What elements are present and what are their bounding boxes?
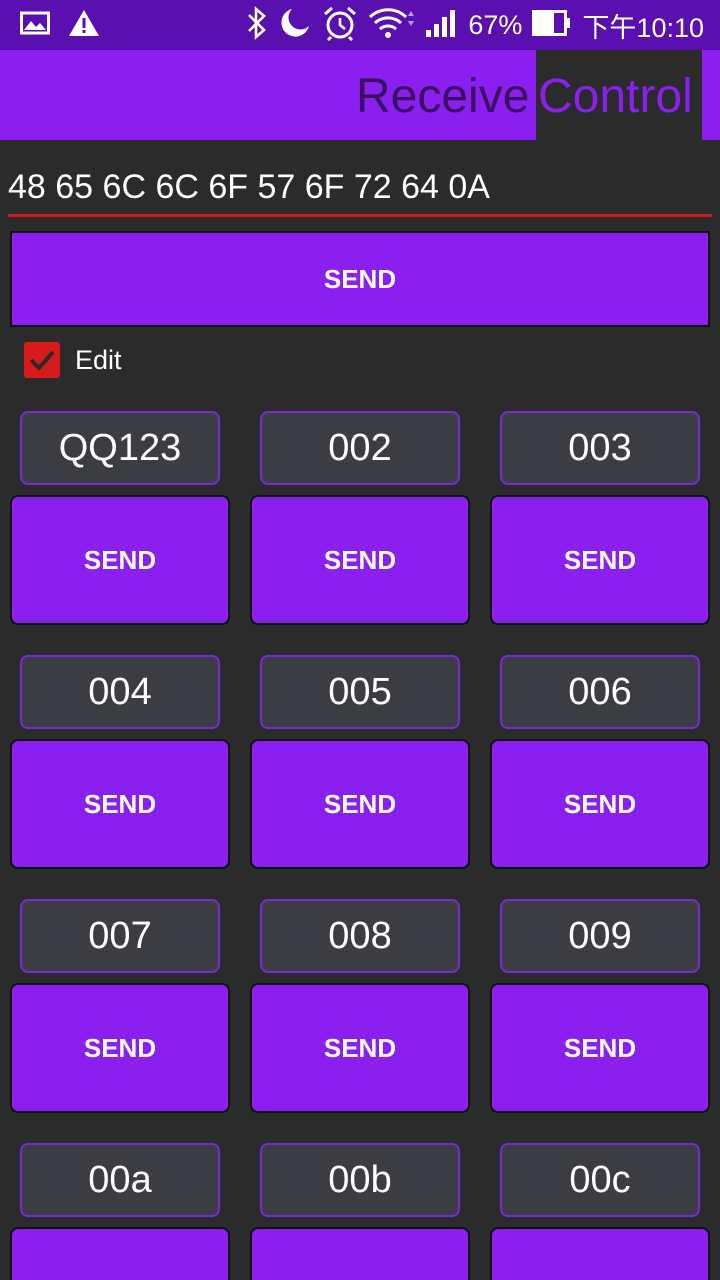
preset-send-button-4[interactable]: SEND	[10, 739, 230, 869]
edit-checkbox[interactable]	[24, 342, 60, 378]
preset-field-2[interactable]	[260, 411, 460, 485]
preset-send-button-1[interactable]: SEND	[10, 495, 230, 625]
clock: 下午10:10	[582, 12, 704, 43]
preset-field-1[interactable]	[20, 411, 220, 485]
preset-send-button-11[interactable]	[250, 1227, 470, 1280]
preset-field-9[interactable]	[500, 899, 700, 973]
tab-bar: Receive Control	[0, 50, 720, 140]
preset-field-4[interactable]	[20, 655, 220, 729]
preset-send-button-9[interactable]: SEND	[490, 983, 710, 1113]
preset-send-button-2[interactable]: SEND	[250, 495, 470, 625]
preset-send-button-12[interactable]	[490, 1227, 710, 1280]
bluetooth-icon	[246, 5, 268, 45]
gallery-icon	[20, 11, 50, 40]
preset-send-button-6[interactable]: SEND	[490, 739, 710, 869]
alarm-icon	[322, 5, 358, 46]
moon-icon	[278, 6, 312, 45]
tab-receive[interactable]: Receive	[356, 50, 529, 140]
warning-icon	[68, 9, 100, 42]
preset-send-button-7[interactable]: SEND	[10, 983, 230, 1113]
wifi-icon	[368, 7, 415, 44]
edit-checkbox-row[interactable]: Edit	[24, 341, 122, 379]
preset-field-3[interactable]	[500, 411, 700, 485]
preset-send-button-3[interactable]: SEND	[490, 495, 710, 625]
hex-input[interactable]	[8, 160, 712, 217]
battery-percent: 67%	[468, 9, 523, 40]
preset-field-11[interactable]	[260, 1143, 460, 1217]
preset-field-6[interactable]	[500, 655, 700, 729]
preset-field-8[interactable]	[260, 899, 460, 973]
signal-icon	[424, 8, 458, 43]
preset-field-12[interactable]	[500, 1143, 700, 1217]
check-icon	[29, 350, 55, 371]
preset-send-button-8[interactable]: SEND	[250, 983, 470, 1113]
tab-control[interactable]: Control	[536, 50, 702, 140]
preset-send-button-10[interactable]	[10, 1227, 230, 1280]
preset-send-button-5[interactable]: SEND	[250, 739, 470, 869]
preset-field-10[interactable]	[20, 1143, 220, 1217]
preset-field-7[interactable]	[20, 899, 220, 973]
status-bar: 67% 下午10:10	[0, 0, 720, 50]
send-button[interactable]: SEND	[10, 231, 710, 327]
edit-label: Edit	[75, 344, 122, 375]
battery-icon	[532, 9, 572, 41]
preset-field-5[interactable]	[260, 655, 460, 729]
